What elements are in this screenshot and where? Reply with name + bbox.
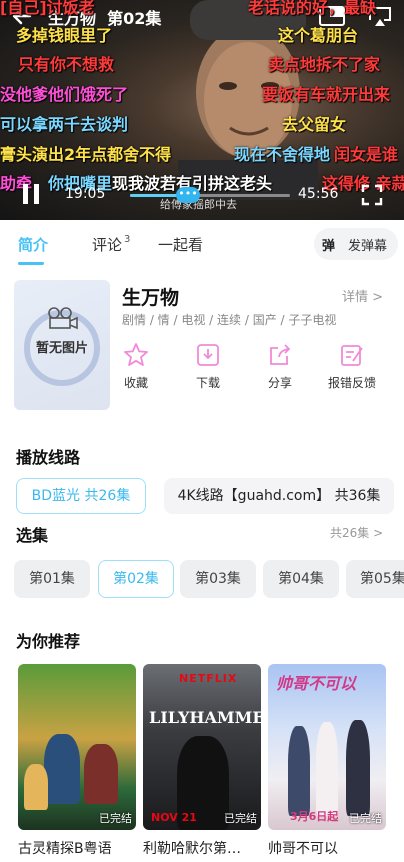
danmaku-comment: 要饭有车就开出来: [262, 85, 391, 104]
episode-item-selected[interactable]: 第02集: [98, 560, 174, 598]
danmaku-comment: 多掉钱眼里了: [16, 26, 113, 45]
tab-indicator: [18, 262, 44, 265]
poster-figure: [346, 720, 370, 816]
favorite-label: 收藏: [123, 376, 148, 390]
recommend-title: 为你推荐: [16, 632, 81, 651]
netflix-logo: NETFLIX: [179, 672, 238, 685]
episodes-count-link[interactable]: 共26集 >: [330, 524, 383, 541]
download-icon: [197, 344, 219, 366]
danmaku-comment: 这个葛朋台: [278, 26, 359, 45]
finished-badge: 已完结: [349, 812, 382, 825]
tab-watch-together[interactable]: 一起看: [158, 234, 203, 255]
tab-intro[interactable]: 简介: [18, 234, 48, 255]
star-icon: [124, 343, 148, 366]
report-label: 报错反馈: [327, 376, 376, 390]
tab-comments[interactable]: 评论 3: [92, 234, 130, 255]
poster-figure: [44, 734, 80, 804]
video-player[interactable]: 生万物 第02集 [自己]讨饭老 老话说的好，最缺 多掉钱眼里了 这个葛朋台 只…: [0, 0, 404, 220]
danmaku-comment: 闰女是谁: [334, 145, 399, 164]
finished-badge: 已完结: [224, 812, 257, 825]
danmaku-comment: 现在不舍得地: [234, 145, 331, 164]
poster-date: 3月6日起: [290, 810, 339, 823]
recommend-title-text: 利勒哈默尔第…: [143, 841, 241, 857]
episode-item[interactable]: 第03集: [180, 560, 256, 598]
poster-figure: [316, 722, 338, 816]
recommend-title-text: 帅哥不可以: [268, 841, 338, 857]
show-poster: 暂无图片: [14, 280, 110, 410]
play-lines-title: 播放线路: [16, 448, 81, 467]
recommend-card[interactable]: NETFLIX LILYHAMMER NOV 21 已完结 利勒哈默尔第…: [143, 664, 261, 858]
danmaku-comment: 没他爹他们饿死了: [0, 85, 129, 104]
recommend-card[interactable]: 已完结 古灵精探B粤语: [18, 664, 136, 858]
download-button[interactable]: 下载: [180, 342, 236, 391]
finished-badge: 已完结: [99, 812, 132, 825]
seek-thumb[interactable]: •••: [176, 187, 200, 203]
report-button[interactable]: 报错反馈: [324, 342, 380, 391]
episodes-title: 选集: [16, 526, 49, 545]
poster-date: NOV 21: [151, 811, 197, 824]
download-label: 下载: [195, 376, 220, 390]
danmaku-comment: 卖点地拆不了家: [268, 55, 381, 74]
danmaku-comment: [自己]讨饭老: [0, 0, 95, 17]
details-link[interactable]: 详情 >: [342, 286, 383, 305]
poster-title-art: 帅哥不可以: [276, 674, 357, 693]
danmaku-icon: 弹: [322, 239, 336, 254]
fullscreen-icon[interactable]: [360, 183, 384, 207]
episode-item[interactable]: 第04集: [263, 560, 339, 598]
send-danmaku-button[interactable]: 弹 发弹幕: [314, 228, 398, 260]
share-button[interactable]: 分享: [252, 342, 308, 391]
tab-comments-label: 评论: [92, 236, 123, 254]
current-time: 19:05: [65, 186, 106, 202]
feedback-edit-icon: [341, 345, 363, 366]
recommend-poster: 已完结: [18, 664, 136, 830]
danmaku-comment: 老话说的好，最缺: [248, 0, 377, 17]
tab-bar: 简介 评论 3 一起看 弹 发弹幕: [0, 222, 404, 266]
send-danmaku-label: 发弹幕: [348, 239, 388, 254]
recommend-poster: NETFLIX LILYHAMMER NOV 21 已完结: [143, 664, 261, 830]
film-camera-icon: [48, 307, 78, 330]
line-option-bd[interactable]: BD蓝光 共26集: [16, 478, 146, 514]
poster-figure: [84, 744, 118, 804]
episode-item[interactable]: 第05集: [346, 560, 404, 598]
share-label: 分享: [267, 376, 292, 390]
total-time: 45:56: [298, 186, 339, 202]
poster-placeholder-text: 暂无图片: [35, 341, 88, 356]
recommend-title-text: 古灵精探B粤语: [18, 841, 112, 857]
danmaku-comment: 去父留女: [282, 115, 347, 134]
recommend-poster: 帅哥不可以 3月6日起 已完结: [268, 664, 386, 830]
danmaku-comment: 可以拿两千去谈判: [0, 115, 129, 134]
recommend-card[interactable]: 帅哥不可以 3月6日起 已完结 帅哥不可以: [268, 664, 386, 858]
show-tags: 剧情 / 情 / 电视 / 连续 / 国产 / 子子电视: [122, 313, 337, 327]
danmaku-comment: 只有你不想救: [18, 55, 115, 74]
share-icon: [270, 344, 291, 365]
pause-button[interactable]: [20, 182, 42, 206]
poster-figure: [24, 764, 48, 810]
comments-count: 3: [124, 234, 131, 245]
episode-item[interactable]: 第01集: [14, 560, 90, 598]
line-option-4k[interactable]: 4K线路【guahd.com】 共36集: [164, 478, 394, 514]
favorite-button[interactable]: 收藏: [108, 342, 164, 391]
poster-figure: [288, 726, 310, 816]
show-title: 生万物: [122, 287, 180, 309]
poster-title-art: LILYHAMMER: [149, 708, 261, 727]
danmaku-comment: 膏头演出2年点都舍不得: [0, 145, 172, 164]
